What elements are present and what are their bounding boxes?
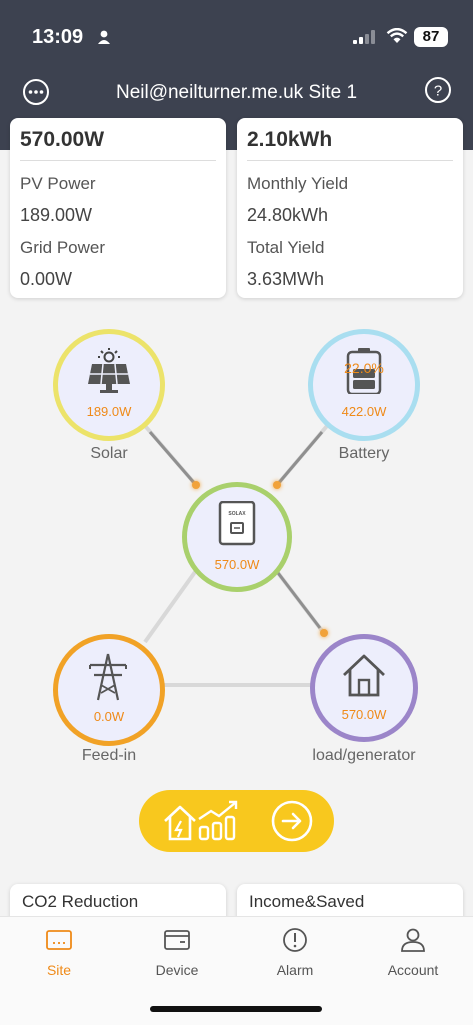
tab-device-label: Device — [155, 962, 199, 978]
tab-account-label: Account — [387, 962, 439, 978]
pv-power-label: PV Power — [20, 174, 96, 193]
flow-dot — [320, 629, 328, 637]
daily-yield-value: 2.10kWh — [247, 128, 333, 151]
inverter-node[interactable]: SOLAX 570.0W — [182, 482, 292, 592]
monthly-yield-value: 24.80kWh — [247, 205, 329, 225]
help-icon[interactable]: ? — [424, 76, 452, 104]
status-bar: 13:09 87 — [0, 24, 473, 54]
battery-power-value: 422.0W — [341, 404, 387, 419]
home-icon — [343, 654, 385, 697]
pv-power-value: 189.00W — [20, 205, 93, 225]
wifi-icon — [386, 28, 408, 43]
battery-label: Battery — [338, 445, 390, 462]
more-options-icon[interactable] — [22, 78, 50, 106]
site-title[interactable]: Neil@neilturner.me.uk Site 1 — [60, 82, 413, 104]
divider — [247, 160, 453, 161]
solar-panel-icon — [88, 348, 130, 393]
svg-text:?: ? — [434, 83, 442, 100]
tab-account[interactable]: Account — [354, 927, 472, 978]
home-indicator — [150, 1006, 322, 1012]
inverter-load-flow — [270, 564, 322, 629]
tab-alarm[interactable]: Alarm — [236, 927, 354, 978]
total-yield-label: Total Yield — [247, 238, 325, 257]
solar-power-value: 189.0W — [86, 404, 132, 419]
power-summary-card: 570.00W PV Power 189.00W Grid Power 0.00… — [10, 118, 226, 298]
income-saved-label: Income&Saved — [249, 892, 365, 911]
solar-node[interactable]: 189.0W — [53, 329, 165, 441]
divider — [20, 160, 216, 161]
site-icon — [46, 930, 72, 950]
solar-label: Solar — [90, 445, 128, 462]
load-power-value: 570.0W — [341, 707, 387, 722]
load-label: load/generator — [312, 747, 416, 764]
feed-in-label: Feed-in — [81, 747, 137, 764]
flow-dot — [273, 481, 281, 489]
feed-in-power-value: 0.0W — [93, 709, 125, 724]
monthly-yield-label: Monthly Yield — [247, 174, 349, 193]
home-stats-icon — [164, 800, 238, 841]
status-time: 13:09 — [32, 26, 84, 48]
total-yield-value: 3.63MWh — [247, 269, 325, 289]
person-icon — [98, 30, 110, 44]
account-icon — [401, 928, 425, 952]
tab-site[interactable]: Site — [0, 927, 118, 978]
grid-power-label: Grid Power — [20, 238, 106, 257]
power-tower-icon — [89, 653, 127, 701]
load-node[interactable]: 570.0W — [310, 634, 418, 742]
alarm-icon — [283, 928, 307, 952]
battery-level: 87 — [422, 28, 440, 45]
grid-power-value: 0.00W — [20, 269, 73, 289]
energy-report-button[interactable] — [139, 790, 334, 852]
tab-site-label: Site — [46, 962, 72, 978]
inverter-power-value: 570.0W — [214, 557, 260, 572]
inverter-brand: SOLAX — [228, 511, 246, 517]
tab-alarm-label: Alarm — [276, 962, 314, 978]
signal-icon — [353, 30, 375, 44]
arrow-right-icon — [271, 800, 313, 842]
battery-indicator: 87 — [414, 27, 448, 47]
co2-reduction-label: CO2 Reduction — [22, 892, 139, 911]
battery-node[interactable]: 22.0% 422.0W — [308, 329, 420, 441]
yield-summary-card: 2.10kWh Monthly Yield 24.80kWh Total Yie… — [237, 118, 463, 298]
inverter-feedin-line — [143, 563, 202, 644]
nav-bar: Neil@neilturner.me.uk Site 1 ? — [0, 74, 473, 110]
feed-in-node[interactable]: 0.0W — [53, 634, 165, 746]
tab-device[interactable]: Device — [118, 927, 236, 978]
flow-dot — [192, 481, 200, 489]
battery-soc-value: 22.0% — [344, 360, 384, 376]
inverter-icon — [218, 501, 256, 546]
device-icon — [164, 930, 190, 950]
current-power-value: 570.00W — [20, 128, 105, 151]
